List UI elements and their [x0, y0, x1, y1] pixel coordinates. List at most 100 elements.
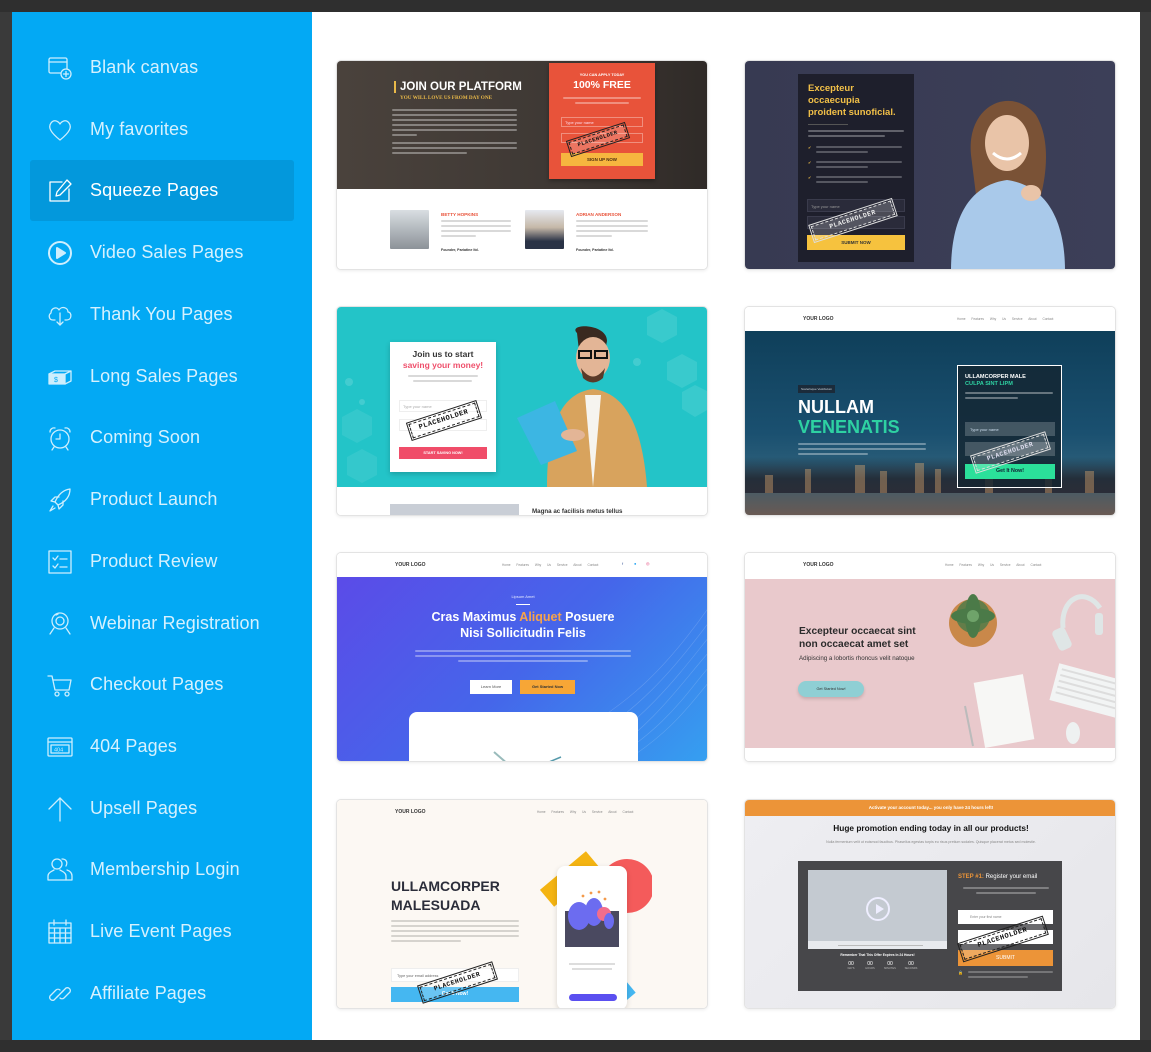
sidebar-item-label: Thank You Pages: [90, 304, 233, 324]
template-hero: JOIN OUR PLATFORM YOU WILL LOVE US FROM …: [337, 61, 707, 189]
template-hero: Join us to start saving your money! Type…: [337, 307, 707, 487]
sidebar-item-membership-login[interactable]: Membership Login: [30, 839, 294, 900]
countdown-hours: 00 HOURS: [865, 961, 875, 970]
form-title: ULLAMCORPER MALE: [965, 374, 1026, 380]
link-icon: [46, 980, 74, 1008]
nav-links: Home Features Why Us Service About Conta…: [957, 317, 1054, 321]
template-navbar: YOUR LOGO Home Features Why Us Service A…: [337, 553, 707, 577]
instagram-icon: ◎: [646, 561, 650, 566]
window-bottom-bar: [0, 1040, 1151, 1052]
check-icon: ✔: [808, 160, 812, 165]
person-name: BETTY HOPKINS: [441, 212, 479, 217]
step-heading: STEP #1: Register your email: [958, 874, 1038, 880]
sidebar-item-my-favorites[interactable]: My favorites: [30, 99, 294, 160]
template-picker-panel: Blank canvas My favorites Squeeze Pages …: [12, 12, 1140, 1040]
template-card-excepteur-occaecupia[interactable]: Excepteur occaecupia proident sunoficial…: [744, 60, 1116, 270]
person-name: ADRIAN ANDERSON: [576, 212, 622, 217]
logo: YOUR LOGO: [803, 316, 834, 322]
sidebar-item-product-launch[interactable]: Product Launch: [30, 469, 294, 530]
start-saving-button-preview: START SAVING NOW!: [399, 447, 487, 459]
blank-canvas-icon: [46, 54, 74, 82]
man-with-tablet-photo: [517, 326, 647, 487]
sidebar-item-coming-soon[interactable]: Coming Soon: [30, 407, 294, 468]
sidebar-item-label: Product Launch: [90, 489, 218, 509]
sidebar-item-label: Squeeze Pages: [90, 180, 219, 200]
checklist-icon: [46, 548, 74, 576]
sidebar-item-upsell-pages[interactable]: Upsell Pages: [30, 778, 294, 839]
sidebar-item-label: Coming Soon: [90, 427, 201, 447]
sidebar-item-label: Webinar Registration: [90, 613, 260, 633]
sidebar-item-label: Upsell Pages: [90, 798, 198, 818]
template-navbar: YOUR LOGO Home Features Why Us Service A…: [745, 553, 1115, 579]
hero-title: Excepteur occaecat sint non occaecat amet…: [799, 626, 916, 650]
alarm-clock-icon: [46, 424, 74, 452]
category-sidebar: Blank canvas My favorites Squeeze Pages …: [12, 12, 312, 1040]
template-card-ullamcorper-malesuada[interactable]: YOUR LOGO Home Features Why Us Service A…: [336, 799, 708, 1009]
hero-subtitle: Adipiscing a lobortis rhoncus velit nato…: [799, 655, 915, 662]
testimonials-section: BETTY HOPKINS Founder, Pariatine ltd. AD…: [337, 189, 707, 269]
template-body-text: [392, 109, 517, 157]
form-title: Join us to start: [412, 349, 474, 359]
phone-mockup: [557, 866, 627, 1008]
hero-tag: Scelerisque Vestibulum: [798, 385, 836, 393]
play-icon: [866, 897, 890, 921]
browser-404-icon: 404: [46, 733, 74, 761]
arrow-up-icon: [46, 795, 74, 823]
template-card-join-our-platform[interactable]: JOIN OUR PLATFORM YOU WILL LOVE US FROM …: [336, 60, 708, 270]
sidebar-item-404-pages[interactable]: 404 404 Pages: [30, 716, 294, 777]
cloud-download-icon: [46, 301, 74, 329]
sidebar-item-affiliate-pages[interactable]: Affiliate Pages: [30, 963, 294, 1024]
sidebar-item-live-event-pages[interactable]: Live Event Pages: [30, 901, 294, 962]
template-title: Excepteur occaecupia proident sunoficial…: [808, 83, 896, 118]
hero-kicker: Lipsum Amet: [511, 594, 535, 599]
template-card-cras-maximus[interactable]: YOUR LOGO Home Features Why Us Service A…: [336, 552, 708, 762]
hero-title-line2: MALESUADA: [391, 897, 481, 913]
sidebar-item-product-review[interactable]: Product Review: [30, 531, 294, 592]
countdown-minutes: 00 MINUTES: [884, 961, 896, 970]
section-caption: Magna ac facilisis metus tellus: [532, 508, 623, 515]
template-signup-form: ULLAMCORPER MALE CULPA SINT LIPM Type yo…: [957, 365, 1062, 488]
template-card-saving-your-money[interactable]: Join us to start saving your money! Type…: [336, 306, 708, 516]
countdown-label: Remember That This Offer Expires In 24 H…: [840, 953, 915, 957]
form-title-accent: CULPA SINT LIPM: [965, 381, 1013, 387]
hero-title-line2: Nisi Sollicitudin Felis: [460, 626, 586, 640]
form-headline: 100% FREE: [573, 79, 631, 91]
logo: YOUR LOGO: [803, 562, 834, 568]
window-top-bar: [0, 0, 1151, 12]
sidebar-item-long-sales-pages[interactable]: $ Long Sales Pages: [30, 346, 294, 407]
woman-photo: [951, 100, 1065, 269]
play-circle-icon: [46, 239, 74, 267]
sidebar-item-label: Membership Login: [90, 859, 240, 879]
sidebar-item-checkout-pages[interactable]: Checkout Pages: [30, 654, 294, 715]
sidebar-item-webinar-registration[interactable]: Webinar Registration: [30, 593, 294, 654]
template-card-huge-promotion[interactable]: Activate your account today... you only …: [744, 799, 1116, 1009]
template-card-excepteur-occaecat[interactable]: YOUR LOGO Home Features Why Us Service A…: [744, 552, 1116, 762]
rocket-icon: [46, 486, 74, 514]
sidebar-item-video-sales-pages[interactable]: Video Sales Pages: [30, 222, 294, 283]
sidebar-item-blank-canvas[interactable]: Blank canvas: [30, 37, 294, 98]
template-card-nullam-venenatis[interactable]: YOUR LOGO Home Features Why Us Service A…: [744, 306, 1116, 516]
sidebar-item-label: Video Sales Pages: [90, 242, 244, 262]
hero-title-accent: VENENATIS: [798, 417, 900, 437]
person-role: Founder, Pariatine ltd.: [441, 248, 479, 252]
lock-icon: 🔒: [958, 970, 963, 975]
template-navbar: YOUR LOGO Home Features Why Us Service A…: [745, 307, 1115, 331]
calendar-icon: [46, 918, 74, 946]
nav-links: Home Features Why Us Service About Conta…: [502, 563, 599, 567]
heart-icon: [46, 116, 74, 144]
svg-text:404: 404: [54, 747, 63, 753]
sidebar-item-thank-you-pages[interactable]: Thank You Pages: [30, 284, 294, 345]
get-started-button-preview: Get Started Now: [520, 680, 575, 694]
countdown-seconds: 00 SECONDS: [904, 961, 918, 970]
video-player-preview: [808, 870, 947, 949]
name-input-preview: Type your name: [561, 117, 643, 127]
learn-more-button-preview: Learn More: [470, 680, 512, 694]
edit-icon: [46, 177, 74, 205]
form-title-accent: saving your money!: [402, 360, 484, 370]
hero-title: Cras Maximus Aliquet Posuere: [431, 610, 615, 624]
form-kicker: YOU CAN APPLY TODAY: [579, 73, 625, 77]
sidebar-item-squeeze-pages[interactable]: Squeeze Pages: [30, 160, 294, 221]
cart-icon: [46, 671, 74, 699]
sidebar-item-label: Product Review: [90, 551, 218, 571]
money-icon: $: [46, 363, 74, 391]
